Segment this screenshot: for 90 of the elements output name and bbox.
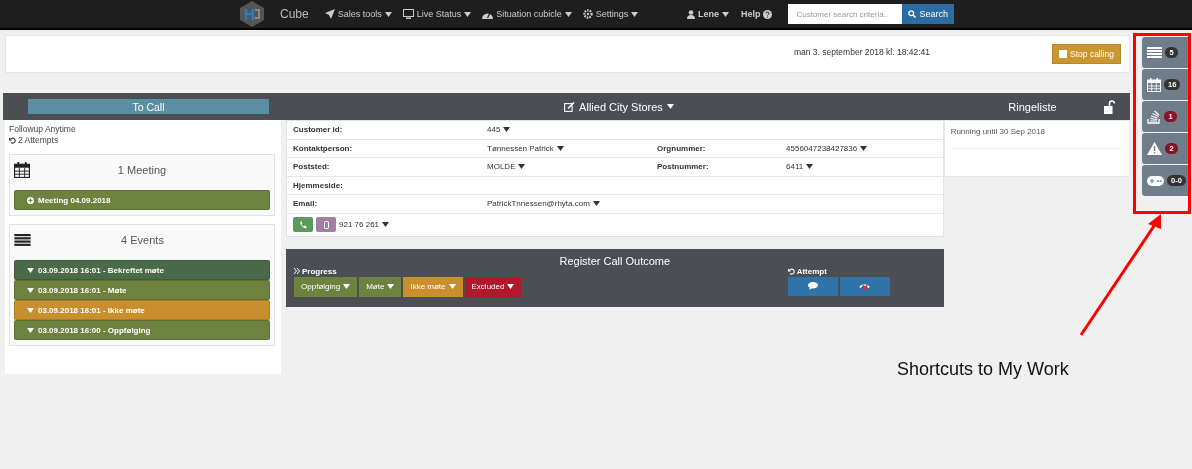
event-item[interactable]: 03.09.2018 16:01 - Møte bbox=[14, 280, 271, 300]
stack-icon bbox=[1147, 109, 1161, 124]
progress-button[interactable]: Excluded bbox=[464, 276, 522, 297]
phone-number[interactable]: 921 76 261 bbox=[339, 220, 510, 229]
caret-icon bbox=[343, 284, 351, 289]
followup-text: Followup Anytime bbox=[9, 124, 77, 135]
search-button[interactable]: Search bbox=[902, 4, 954, 24]
warning-icon bbox=[1147, 142, 1162, 155]
calendar-icon bbox=[14, 162, 30, 178]
field-label: Email: bbox=[293, 199, 319, 209]
annotation-caption: Shortcuts to My Work bbox=[897, 359, 1069, 380]
nav-menu[interactable]: Situation cubicle bbox=[482, 9, 572, 19]
caret-icon bbox=[27, 327, 34, 333]
search-field[interactable]: Customer search criteria.. bbox=[788, 4, 903, 24]
attempts-text: 2 Attempts bbox=[18, 135, 59, 146]
cube-logo bbox=[238, 0, 266, 28]
undo-icon bbox=[787, 267, 795, 275]
field-value[interactable]: PatrickTnnessen@rhyta.com bbox=[487, 199, 658, 209]
search-icon bbox=[908, 10, 917, 18]
edit-icon bbox=[564, 101, 576, 112]
nav-menu[interactable]: Live Status bbox=[402, 9, 472, 19]
field-label: Hjemmeside: bbox=[293, 180, 344, 190]
caret-icon bbox=[518, 164, 526, 170]
speech-bubble-icon bbox=[807, 282, 818, 290]
meetings-title: 1 Meeting bbox=[116, 164, 168, 176]
event-item[interactable]: 03.09.2018 16:00 - Oppfølging bbox=[14, 320, 271, 340]
field-label: Postnummer: bbox=[657, 162, 710, 172]
field-label: Kontaktperson: bbox=[293, 143, 354, 153]
gamepad-icon bbox=[1147, 175, 1164, 186]
phone-icon bbox=[299, 220, 308, 229]
caret-icon bbox=[503, 127, 511, 133]
progress-button[interactable]: Møte bbox=[359, 276, 402, 297]
help-link[interactable]: Help bbox=[740, 9, 773, 19]
user-icon bbox=[686, 9, 695, 19]
field-value[interactable]: 4556047238427836 bbox=[786, 143, 868, 153]
caret-icon bbox=[507, 284, 515, 289]
caret-icon bbox=[384, 11, 392, 17]
call-button[interactable] bbox=[293, 217, 314, 232]
caret-icon bbox=[631, 11, 639, 17]
event-item[interactable]: 03.09.2018 16:01 - Bekreftet møte bbox=[14, 260, 271, 280]
mobile-button[interactable] bbox=[316, 217, 337, 232]
attempt-label: Attempt bbox=[796, 266, 827, 276]
unlocked-icon[interactable] bbox=[1104, 99, 1115, 114]
nav-menu[interactable]: Sales tools bbox=[324, 9, 392, 19]
outcome-title: Register Call Outcome bbox=[558, 254, 672, 267]
field-value[interactable]: 6411 bbox=[786, 162, 814, 172]
progress-label: Progress bbox=[302, 266, 337, 276]
events-title: 4 Events bbox=[120, 234, 165, 246]
caret-icon bbox=[27, 287, 34, 293]
caret-icon bbox=[448, 284, 456, 289]
list-title: Ringeliste bbox=[1007, 100, 1058, 113]
caret-icon bbox=[592, 201, 600, 207]
caret-icon bbox=[464, 11, 472, 17]
caret-icon bbox=[806, 164, 814, 170]
meeting-item[interactable]: Meeting 04.09.2018 bbox=[14, 190, 271, 210]
company-menu[interactable]: Allied City Stores bbox=[277, 100, 961, 113]
to-call-label: To Call bbox=[28, 99, 269, 114]
brand-name[interactable]: Cube bbox=[280, 7, 309, 21]
field-value[interactable]: MOLDE bbox=[487, 162, 658, 172]
gear-icon bbox=[582, 9, 593, 19]
progress-button[interactable]: Oppfølging bbox=[294, 276, 358, 297]
caret-icon bbox=[564, 11, 572, 17]
caret-icon bbox=[666, 104, 674, 109]
caret-icon bbox=[382, 222, 390, 227]
caret-icon bbox=[721, 11, 729, 17]
field-label: Customer id: bbox=[293, 125, 344, 135]
nav-menu[interactable]: Settings bbox=[582, 9, 639, 19]
caret-icon bbox=[27, 267, 34, 273]
list-icon bbox=[14, 233, 31, 247]
field-label: Orgnummer: bbox=[657, 143, 707, 153]
caret-icon bbox=[556, 145, 564, 151]
monitor-icon bbox=[402, 9, 414, 19]
plus-circle-icon bbox=[27, 196, 34, 204]
field-value[interactable]: Tønnessen Patrick bbox=[487, 143, 658, 153]
field-value[interactable]: 445 bbox=[487, 125, 658, 135]
chevrons-icon bbox=[294, 268, 301, 274]
help-icon bbox=[763, 9, 773, 19]
comment-button[interactable] bbox=[787, 276, 838, 296]
caret-icon bbox=[860, 145, 868, 151]
caret-icon bbox=[387, 284, 395, 289]
mobile-icon bbox=[323, 220, 329, 229]
list-icon bbox=[1147, 46, 1162, 59]
calendar-icon bbox=[1147, 77, 1161, 92]
caret-icon bbox=[27, 307, 34, 313]
undo-icon bbox=[9, 137, 16, 144]
user-menu[interactable]: Lene bbox=[686, 9, 729, 19]
phone-cross-icon bbox=[859, 281, 871, 291]
list-status: Running until 30 Sep 2018 bbox=[950, 127, 1123, 149]
date-time: man 3. september 2018 kl. 18:42:41 bbox=[793, 47, 931, 57]
field-label: Poststed: bbox=[293, 162, 331, 172]
